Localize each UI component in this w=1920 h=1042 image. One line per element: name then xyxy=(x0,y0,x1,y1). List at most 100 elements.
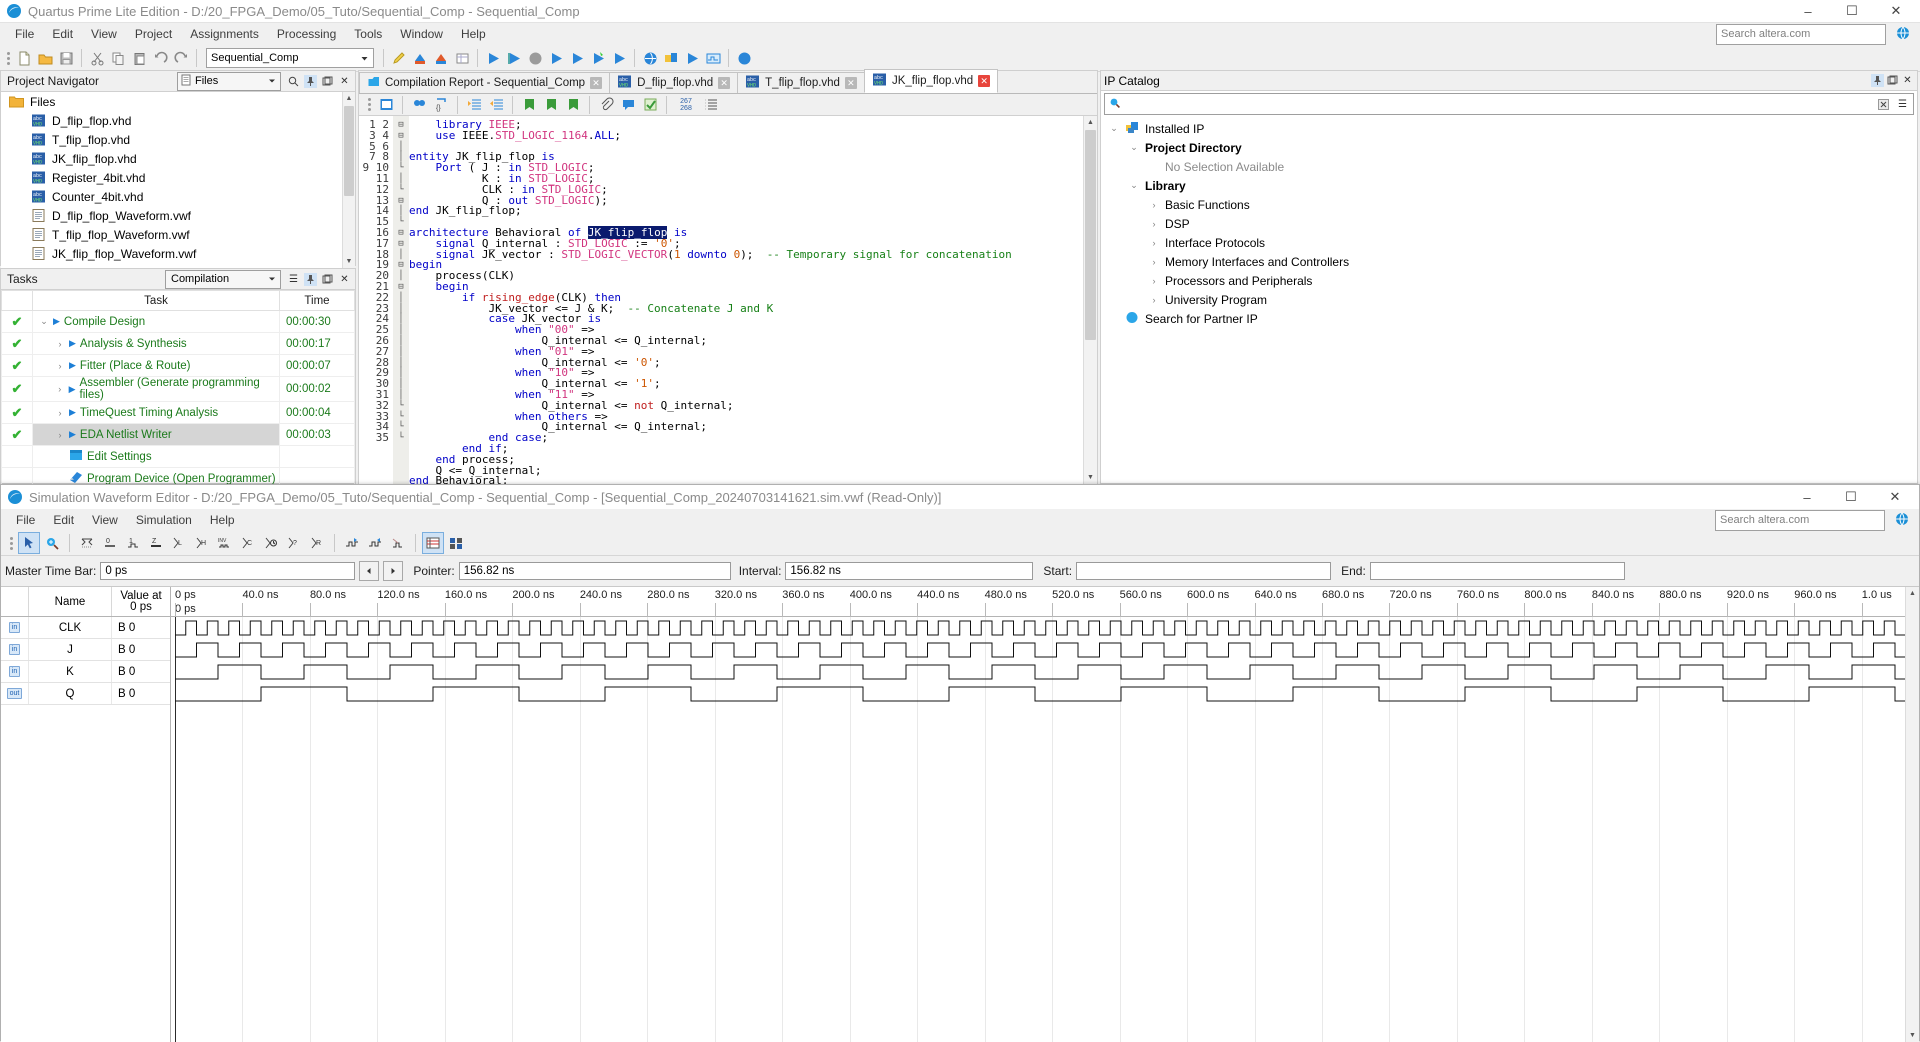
scroll-up-icon[interactable]: ▲ xyxy=(1085,117,1096,128)
close-tab-icon[interactable]: ✕ xyxy=(590,77,603,89)
task-row[interactable]: ✔ › ▶ TimeQuest Timing Analysis 00:00:04 xyxy=(1,401,355,424)
close-button[interactable]: ✕ xyxy=(1874,0,1918,22)
ip-tree-item-7[interactable]: › Memory Interfaces and Controllers xyxy=(1101,252,1917,271)
chevron-down-icon[interactable] xyxy=(358,50,371,66)
line-numbers-toggle-icon[interactable] xyxy=(701,95,721,115)
ip-tree-item-0[interactable]: ⌄ Installed IP xyxy=(1101,119,1917,138)
scroll-down-icon[interactable]: ▼ xyxy=(1907,1030,1918,1041)
clear-search-icon[interactable] xyxy=(1877,98,1890,111)
task-label[interactable]: ⌄ ▶ Compile Design xyxy=(33,316,279,328)
ip-tree-item-8[interactable]: › Processors and Peripherals xyxy=(1101,271,1917,290)
menu-tools[interactable]: Tools xyxy=(345,25,391,43)
overwrite-count-icon[interactable]: C xyxy=(238,533,258,553)
navigator-search-icon[interactable] xyxy=(287,75,300,88)
insert-template-icon[interactable] xyxy=(376,95,396,115)
ip-float-icon[interactable] xyxy=(1886,74,1899,87)
code-fold-column[interactable]: ⊟ ⊟ │ │ └ │ └ ⊟ │ └ ⊟ ⊟ │ ⊟ │ ⊟ │ │ │ │ … xyxy=(393,116,409,484)
find-icon[interactable] xyxy=(409,95,429,115)
editor-vertical-scrollbar[interactable]: ▲ ▼ xyxy=(1083,116,1097,484)
master-time-bar-input[interactable]: 0 ps xyxy=(100,562,356,580)
navigator-view-selector[interactable]: Files xyxy=(177,71,281,91)
set-unknown-icon[interactable] xyxy=(77,533,97,553)
bookmark-prev-icon[interactable] xyxy=(563,95,583,115)
paste-icon[interactable] xyxy=(129,48,149,68)
save-icon[interactable] xyxy=(56,48,76,68)
waveform-vertical-scrollbar[interactable]: ▲ ▼ xyxy=(1905,587,1919,1042)
navigator-item-7[interactable]: JK_flip_flop_Waveform.vwf xyxy=(1,244,355,263)
navigator-float-icon[interactable] xyxy=(321,75,334,88)
snap-to-grid-icon[interactable] xyxy=(388,533,408,553)
editor-tab-2[interactable]: abc VHD T_flip_flop.vhd ✕ xyxy=(737,72,865,93)
close-tab-icon[interactable]: ✕ xyxy=(844,77,857,89)
pointer-input[interactable]: 156.82 ns xyxy=(458,562,731,580)
expander-icon[interactable]: › xyxy=(1149,295,1159,305)
waveform-toolbar-gripper[interactable] xyxy=(10,536,13,550)
start-compilation-icon[interactable] xyxy=(483,48,503,68)
force-high-icon[interactable]: 1 xyxy=(123,533,143,553)
ip-menu-icon[interactable]: ☰ xyxy=(1896,98,1909,111)
editor-toolbar-gripper[interactable] xyxy=(368,98,371,111)
help-globe-icon[interactable] xyxy=(1896,26,1912,42)
navigator-scrollbar[interactable]: ▲ ▼ xyxy=(342,92,355,268)
menu-assignments[interactable]: Assignments xyxy=(181,25,268,43)
stretch-right-icon[interactable] xyxy=(365,533,385,553)
navigator-item-3[interactable]: abc VHD Register_4bit.vhd xyxy=(1,168,355,187)
waveform-canvas[interactable]: 0 ps 0 ps 40.0 ns 80.0 ns 120.0 ns 160.0 ns 2… xyxy=(171,587,1905,1042)
copy-icon[interactable] xyxy=(108,48,128,68)
waveform-minimize-button[interactable]: – xyxy=(1785,486,1829,508)
ip-catalog-icon[interactable] xyxy=(661,48,681,68)
task-label[interactable]: › ▶ Fitter (Place & Route) xyxy=(33,360,279,372)
ip-tree-item-3[interactable]: ⌄ Library xyxy=(1101,176,1917,195)
expander-icon[interactable]: ⌄ xyxy=(1129,142,1139,153)
next-transition-button[interactable] xyxy=(383,561,404,581)
tree-root-files[interactable]: Files xyxy=(1,92,355,111)
overwrite-high-icon[interactable]: H xyxy=(192,533,212,553)
menu-file[interactable]: File xyxy=(6,25,43,43)
bookmark-toggle-icon[interactable] xyxy=(519,95,539,115)
tasks-pin-icon[interactable] xyxy=(304,272,317,286)
signal-row[interactable]: out Q B 0 xyxy=(1,683,170,705)
navigator-item-1[interactable]: abc VHD T_flip_flop.vhd xyxy=(1,130,355,149)
waveform-menu-view[interactable]: View xyxy=(83,511,127,529)
expander-icon[interactable]: ⌄ xyxy=(1129,180,1139,191)
task-row[interactable]: ✔ ⌄ ▶ Compile Design 00:00:30 xyxy=(1,310,355,333)
expander-icon[interactable]: › xyxy=(55,430,65,440)
settings-pencil-icon[interactable] xyxy=(389,48,409,68)
task-row[interactable]: Edit Settings xyxy=(1,445,355,468)
rtl-viewer-icon[interactable] xyxy=(546,48,566,68)
task-label[interactable]: › ▶ Analysis & Synthesis xyxy=(33,338,279,350)
waveform-altera-search-box[interactable]: Search altera.com xyxy=(1715,509,1885,531)
bookmark-next-icon[interactable] xyxy=(541,95,561,115)
overwrite-clock-icon[interactable] xyxy=(261,533,281,553)
waveform-maximize-button[interactable]: ☐ xyxy=(1829,486,1873,508)
altera-search-box[interactable]: Search altera.com xyxy=(1716,23,1886,45)
navigator-item-6[interactable]: T_flip_flop_Waveform.vwf xyxy=(1,225,355,244)
navigator-item-2[interactable]: abc VHD JK_flip_flop.vhd xyxy=(1,149,355,168)
editor-tab-1[interactable]: abc VHD D_flip_flop.vhd ✕ xyxy=(609,72,739,93)
expander-icon[interactable]: › xyxy=(1149,238,1159,248)
chevron-down-icon[interactable] xyxy=(265,73,278,89)
scroll-down-icon[interactable]: ▼ xyxy=(344,256,354,267)
editor-tab-0[interactable]: Compilation Report - Sequential_Comp ✕ xyxy=(359,72,611,93)
group-signals-icon[interactable] xyxy=(446,533,466,553)
editor-tab-3[interactable]: abc VHD JK_flip_flop.vhd ✕ xyxy=(863,69,999,93)
task-row[interactable]: ✔ › ▶ EDA Netlist Writer 00:00:03 xyxy=(1,423,355,446)
task-row[interactable]: ✔ › ▶ Assembler (Generate programming files… xyxy=(1,376,355,402)
tasks-close-icon[interactable]: ✕ xyxy=(338,273,351,286)
run-task-icon[interactable]: ▶ xyxy=(69,407,76,418)
navigator-item-0[interactable]: abc VHD D_flip_flop.vhd xyxy=(1,111,355,130)
code-area[interactable]: 1 2 3 4 5 6 7 8 9 10 11 12 13 14 15 16 1… xyxy=(359,116,1097,484)
programmer-icon[interactable] xyxy=(588,48,608,68)
expander-icon[interactable]: › xyxy=(55,384,65,394)
navigator-scroll-thumb[interactable] xyxy=(344,106,354,196)
expander-icon[interactable]: › xyxy=(55,361,65,371)
tasks-float-icon[interactable] xyxy=(321,273,334,286)
simulation-icon[interactable] xyxy=(703,48,723,68)
zoom-tool-icon[interactable] xyxy=(42,533,62,553)
decrease-indent-icon[interactable] xyxy=(486,95,506,115)
navigator-pin-icon[interactable] xyxy=(304,74,317,88)
signal-name[interactable]: CLK xyxy=(29,617,112,638)
goto-matching-brace-icon[interactable]: {} xyxy=(431,95,451,115)
run-task-icon[interactable]: ▶ xyxy=(69,384,76,395)
minimize-button[interactable]: – xyxy=(1786,0,1830,22)
